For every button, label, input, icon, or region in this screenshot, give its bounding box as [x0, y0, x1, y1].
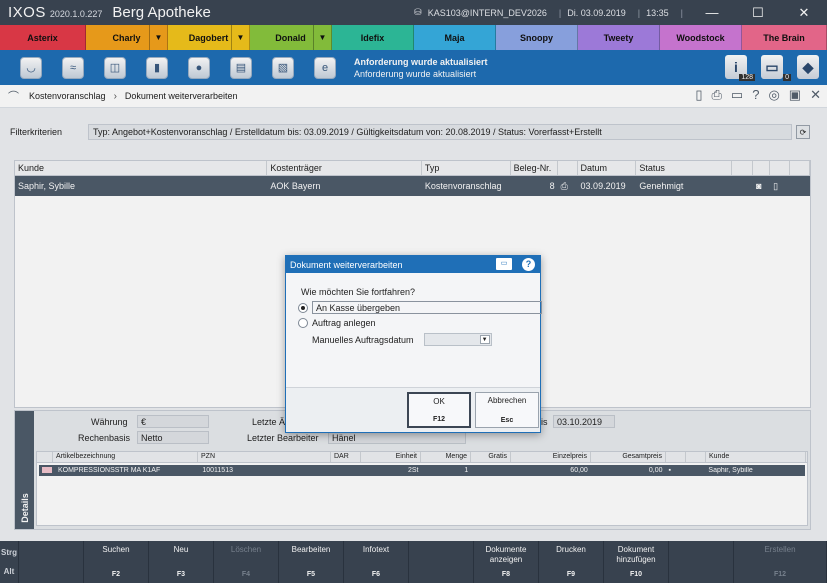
dialog-question: Wie möchten Sie fortfahren? — [301, 287, 416, 297]
help-icon[interactable]: ? — [522, 258, 535, 271]
dialog-footer: OK F12 Abbrechen Esc — [286, 387, 540, 432]
dialog-title-bar: Dokument weiterverarbeiten ▭ ? — [286, 256, 540, 273]
option-auftrag-label: Auftrag anlegen — [312, 318, 376, 328]
app-window: IXOS 2020.1.0.227 Berg Apotheke ⛁ KAS103… — [0, 0, 827, 583]
radio-icon[interactable] — [298, 318, 308, 328]
cancel-button[interactable]: Abbrechen Esc — [475, 392, 539, 428]
radio-selected-icon[interactable] — [298, 302, 308, 313]
date-label: Manuelles Auftragsdatum — [312, 334, 414, 345]
date-row: Manuelles Auftragsdatum ▼ — [312, 333, 492, 346]
ok-button[interactable]: OK F12 — [407, 392, 471, 428]
ok-key: F12 — [432, 416, 446, 423]
cancel-key: Esc — [500, 417, 514, 424]
option-kasse-label: An Kasse übergeben — [312, 301, 542, 314]
cancel-label: Abbrechen — [487, 396, 527, 405]
option-auftrag[interactable]: Auftrag anlegen — [298, 318, 376, 328]
date-select[interactable]: ▼ — [423, 333, 492, 346]
window-icon[interactable]: ▭ — [496, 258, 512, 270]
option-kasse[interactable]: An Kasse übergeben — [298, 301, 542, 314]
process-document-dialog: Dokument weiterverarbeiten ▭ ? Wie möcht… — [285, 255, 542, 433]
chevron-down-icon[interactable]: ▼ — [479, 335, 490, 344]
ok-label: OK — [433, 397, 445, 406]
dialog-title: Dokument weiterverarbeiten — [290, 259, 403, 270]
